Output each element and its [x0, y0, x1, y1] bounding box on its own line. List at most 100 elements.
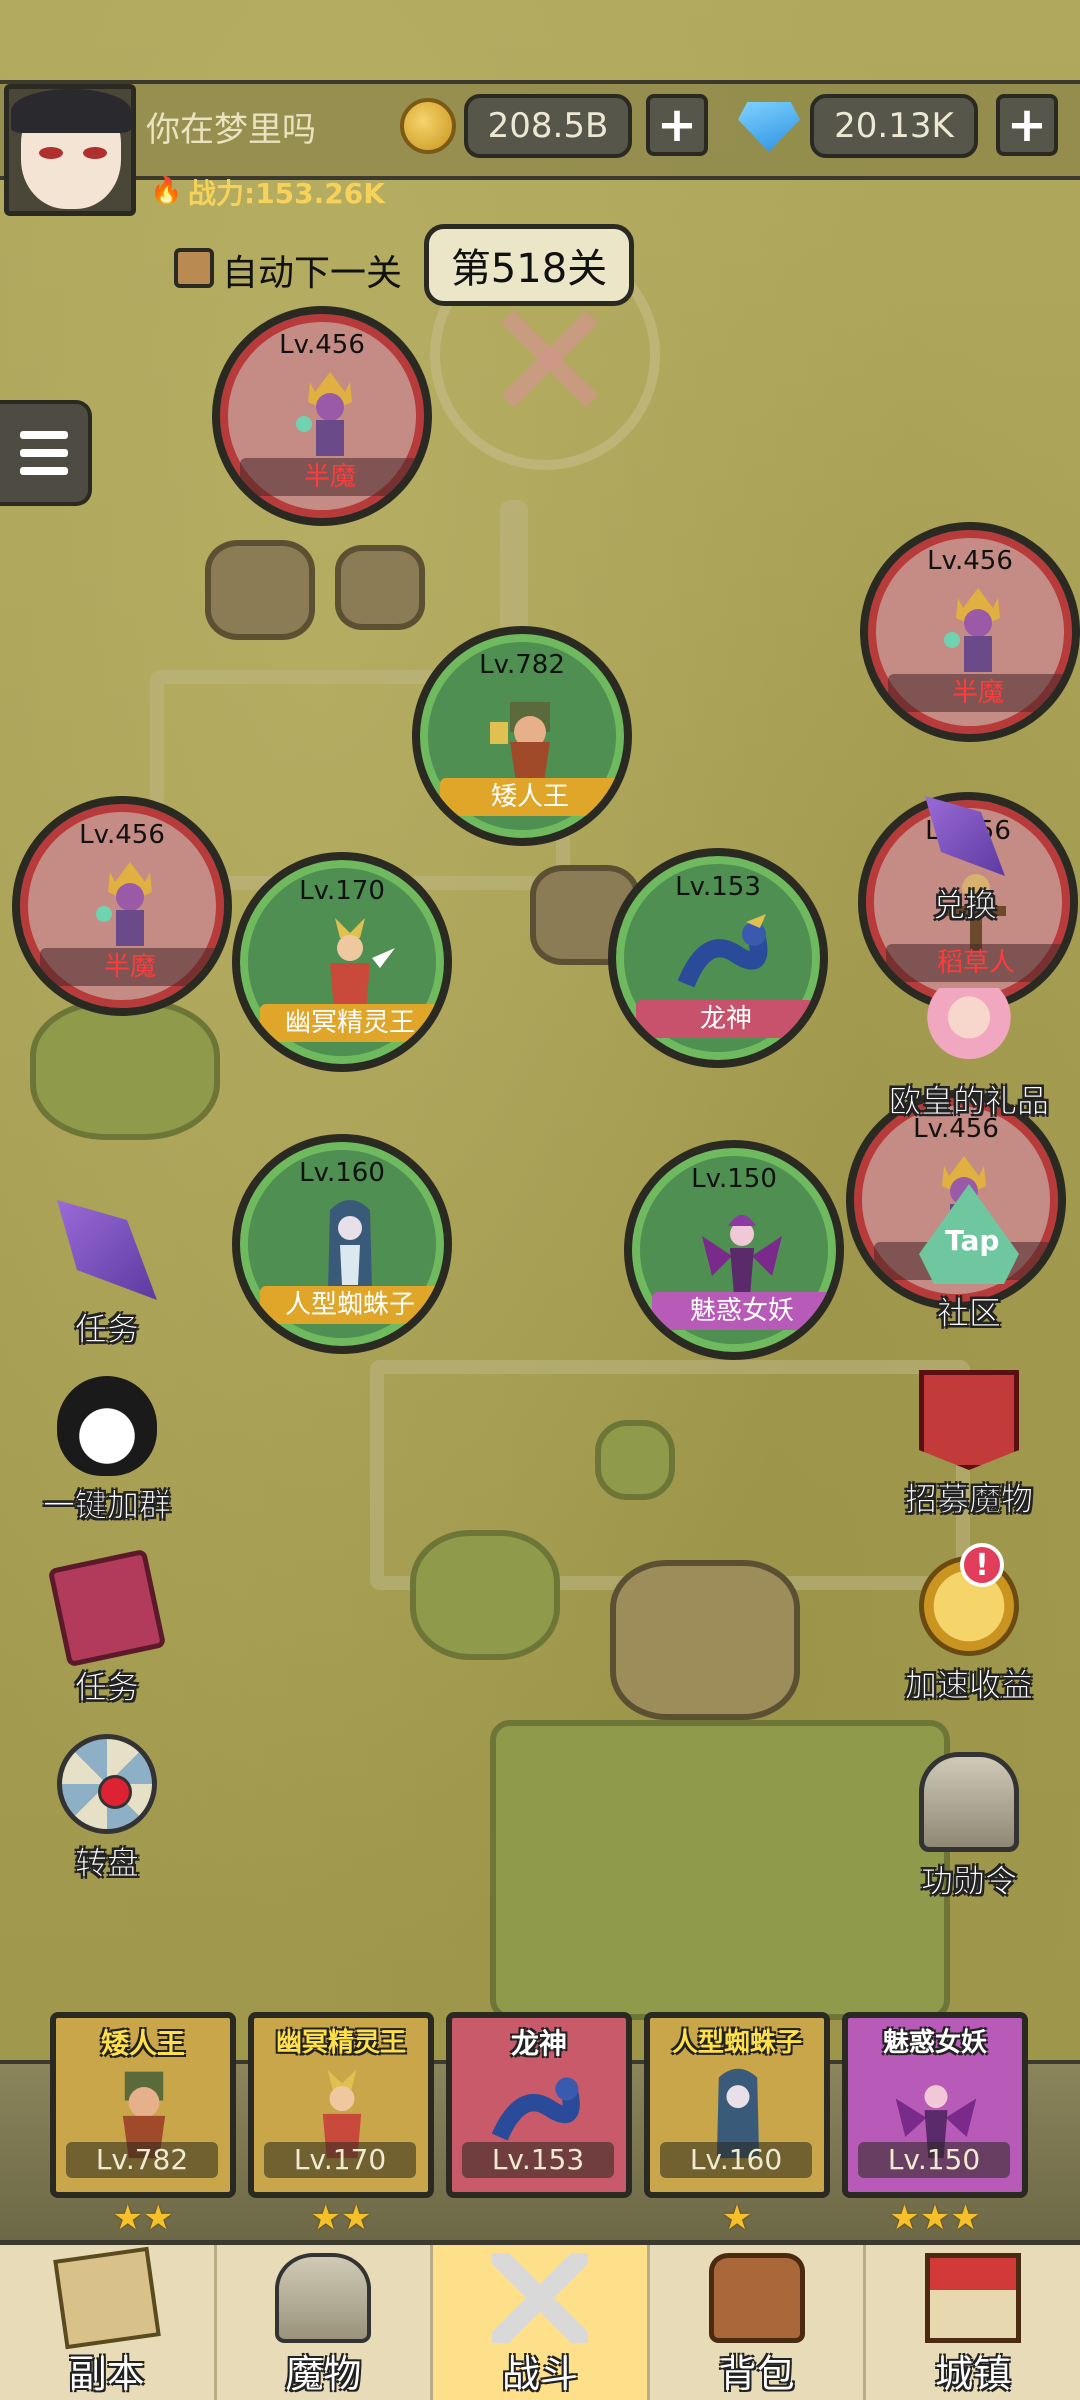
node-name: 半魔	[40, 948, 220, 986]
team-card-level: Lv.782	[66, 2142, 218, 2178]
firework-rocket-icon	[57, 1200, 157, 1300]
town-shop-icon	[925, 2253, 1022, 2343]
flame-icon: 🔥	[150, 176, 183, 206]
bottom-nav: 副本 魔物 战斗 背包 城镇	[0, 2240, 1080, 2400]
add-gems-button[interactable]: +	[996, 94, 1058, 156]
combat-power: 战力:153.26K	[188, 177, 385, 210]
team-card-stars: ★	[721, 2198, 753, 2238]
node-level: Lv.456	[79, 820, 165, 850]
gold-coin-icon	[400, 98, 456, 154]
team-card-level: Lv.150	[858, 2142, 1010, 2178]
node-level: Lv.153	[675, 872, 761, 902]
task-label: 任务	[74, 1310, 139, 1349]
wheel-label: 转盘	[74, 1844, 139, 1883]
team-card-name: 矮人王	[100, 2027, 185, 2060]
team-card-level: Lv.170	[264, 2142, 416, 2178]
auto-next-label[interactable]: 自动下一关	[222, 244, 402, 296]
recruit-monster-label: 招募魔物	[904, 1480, 1033, 1519]
node-name: 矮人王	[440, 778, 620, 816]
node-name: 半魔	[888, 674, 1068, 712]
monster-helmet-icon	[275, 2253, 372, 2343]
firework-rocket-icon	[925, 796, 1005, 876]
community-button[interactable]: 社区	[884, 1184, 1054, 1334]
merit-order-button[interactable]: 功勋令	[884, 1752, 1054, 1902]
map-node[interactable]: Lv.153 龙神	[608, 848, 828, 1068]
team-card-name: 人型蜘蛛子	[671, 2028, 802, 2058]
tab-dungeon[interactable]: 副本	[0, 2245, 217, 2400]
map-node[interactable]: Lv.150 魅惑女妖	[624, 1140, 844, 1360]
merit-order-label: 功勋令	[920, 1862, 1017, 1901]
speed-income-button[interactable]: ! 加速收益	[884, 1543, 1054, 1706]
backpack-icon	[708, 2253, 805, 2343]
node-level: Lv.160	[299, 1158, 385, 1188]
tab-town[interactable]: 城镇	[866, 2245, 1080, 2400]
node-level: Lv.456	[927, 546, 1013, 576]
half-demon-sprite	[944, 588, 1000, 672]
map-node[interactable]: Lv.170 幽冥精灵王	[232, 852, 452, 1072]
tab-battle[interactable]: 战斗	[433, 2245, 650, 2400]
banner-icon	[919, 1370, 1019, 1470]
tab-monsters[interactable]: 魔物	[217, 2245, 434, 2400]
gift-girl-icon	[927, 988, 1011, 1072]
team-card[interactable]: 魅惑女妖 Lv.150	[842, 2012, 1028, 2198]
node-name: 魅惑女妖	[652, 1292, 832, 1330]
wheel-button[interactable]: 转盘	[22, 1734, 192, 1884]
add-gold-button[interactable]: +	[646, 94, 708, 156]
team-card-stars: ★★	[310, 2198, 372, 2238]
team-card[interactable]: 矮人王 Lv.782	[50, 2012, 236, 2198]
half-demon-sprite	[296, 372, 352, 456]
team-card-name: 幽冥精灵王	[275, 2028, 406, 2058]
half-demon-sprite	[96, 862, 152, 946]
team-card[interactable]: 龙神 Lv.153	[446, 2012, 632, 2198]
map-node[interactable]: Lv.782 矮人王	[412, 626, 632, 846]
book-icon	[47, 1548, 167, 1668]
recruit-monster-button[interactable]: 招募魔物	[884, 1370, 1054, 1520]
spider-girl-sprite	[328, 1200, 372, 1290]
map-node[interactable]: Lv.456 半魔	[212, 306, 432, 526]
team-card-stars: ★★	[112, 2198, 174, 2238]
player-avatar[interactable]	[4, 84, 136, 216]
tab-backpack[interactable]: 背包	[650, 2245, 867, 2400]
tab-backpack-label: 背包	[718, 2352, 795, 2396]
map-node[interactable]: Lv.456 半魔	[860, 522, 1080, 742]
stage-badge[interactable]: 第518关	[424, 224, 634, 306]
tab-town-label: 城镇	[935, 2352, 1012, 2396]
task-button[interactable]: 任务	[22, 1200, 192, 1350]
wheel-icon	[57, 1734, 157, 1834]
team-card-level: Lv.160	[660, 2142, 812, 2178]
node-name: 半魔	[240, 458, 420, 496]
speed-income-label: 加速收益	[904, 1666, 1033, 1705]
map-node[interactable]: Lv.456 半魔	[12, 796, 232, 1016]
tab-monsters-label: 魔物	[285, 2352, 362, 2396]
node-name: 稻草人	[886, 944, 1066, 982]
team-card[interactable]: 人型蜘蛛子 Lv.160	[644, 2012, 830, 2198]
menu-button[interactable]	[0, 400, 92, 506]
team-card[interactable]: 幽冥精灵王 Lv.170	[248, 2012, 434, 2198]
dragon-god-sprite	[677, 914, 768, 988]
tab-dungeon-label: 副本	[68, 2352, 145, 2396]
dwarf-king-sprite	[490, 702, 550, 782]
map-node[interactable]: Lv.160 人型蜘蛛子	[232, 1134, 452, 1354]
auto-next-checkbox[interactable]	[174, 248, 214, 288]
alert-badge: !	[960, 1543, 1004, 1587]
taptap-icon	[919, 1184, 1019, 1284]
team-card-level: Lv.153	[462, 2142, 614, 2178]
lucky-gift-label: 欧皇的礼品	[888, 1082, 1049, 1121]
tab-battle-label: 战斗	[501, 2352, 578, 2396]
team-card-name: 龙神	[510, 2027, 567, 2060]
lucky-gift-button[interactable]: 欧皇的礼品	[884, 988, 1054, 1122]
team-card-stars: ★★★	[889, 2198, 981, 2238]
exchange-button[interactable]: 兑换	[880, 796, 1050, 926]
node-level: Lv.782	[479, 650, 565, 680]
elf-king-sprite	[330, 918, 395, 1012]
crossed-swords-icon	[491, 2253, 588, 2343]
node-name: 龙神	[636, 1000, 816, 1038]
helmet-icon	[919, 1752, 1019, 1852]
penguin-icon	[57, 1376, 157, 1476]
node-name: 幽冥精灵王	[260, 1004, 440, 1042]
gold-amount: 208.5B	[464, 94, 632, 158]
join-group-button[interactable]: 一键加群	[22, 1376, 192, 1526]
quest-book-label: 任务	[74, 1668, 139, 1707]
quest-book-button[interactable]: 任务	[22, 1548, 192, 1708]
join-group-label: 一键加群	[42, 1486, 171, 1525]
